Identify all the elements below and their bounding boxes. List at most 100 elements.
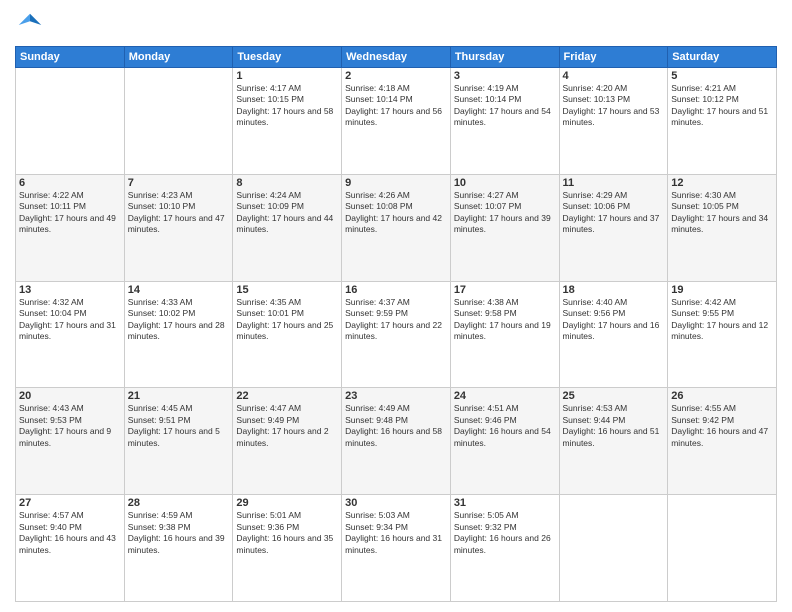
calendar-cell — [559, 495, 668, 602]
calendar-cell: 21Sunrise: 4:45 AM Sunset: 9:51 PM Dayli… — [124, 388, 233, 495]
day-number: 24 — [454, 390, 556, 402]
day-info: Sunrise: 4:51 AM Sunset: 9:46 PM Dayligh… — [454, 403, 556, 449]
calendar-table: SundayMondayTuesdayWednesdayThursdayFrid… — [15, 46, 777, 602]
header — [15, 10, 777, 40]
day-info: Sunrise: 4:27 AM Sunset: 10:07 PM Daylig… — [454, 190, 556, 236]
calendar-cell: 5Sunrise: 4:21 AM Sunset: 10:12 PM Dayli… — [668, 68, 777, 175]
day-number: 19 — [671, 284, 773, 296]
day-info: Sunrise: 4:33 AM Sunset: 10:02 PM Daylig… — [128, 297, 230, 343]
day-info: Sunrise: 4:47 AM Sunset: 9:49 PM Dayligh… — [236, 403, 338, 449]
calendar-cell: 26Sunrise: 4:55 AM Sunset: 9:42 PM Dayli… — [668, 388, 777, 495]
calendar-cell: 16Sunrise: 4:37 AM Sunset: 9:59 PM Dayli… — [342, 281, 451, 388]
day-number: 28 — [128, 497, 230, 509]
calendar-cell: 9Sunrise: 4:26 AM Sunset: 10:08 PM Dayli… — [342, 174, 451, 281]
calendar-cell: 15Sunrise: 4:35 AM Sunset: 10:01 PM Dayl… — [233, 281, 342, 388]
calendar-cell: 28Sunrise: 4:59 AM Sunset: 9:38 PM Dayli… — [124, 495, 233, 602]
col-header-monday: Monday — [124, 47, 233, 68]
calendar-cell: 18Sunrise: 4:40 AM Sunset: 9:56 PM Dayli… — [559, 281, 668, 388]
day-number: 12 — [671, 177, 773, 189]
calendar-cell: 24Sunrise: 4:51 AM Sunset: 9:46 PM Dayli… — [450, 388, 559, 495]
day-info: Sunrise: 4:19 AM Sunset: 10:14 PM Daylig… — [454, 83, 556, 129]
calendar-week-4: 27Sunrise: 4:57 AM Sunset: 9:40 PM Dayli… — [16, 495, 777, 602]
day-info: Sunrise: 4:23 AM Sunset: 10:10 PM Daylig… — [128, 190, 230, 236]
day-number: 26 — [671, 390, 773, 402]
day-number: 5 — [671, 70, 773, 82]
day-number: 10 — [454, 177, 556, 189]
calendar-cell: 23Sunrise: 4:49 AM Sunset: 9:48 PM Dayli… — [342, 388, 451, 495]
calendar-cell: 1Sunrise: 4:17 AM Sunset: 10:15 PM Dayli… — [233, 68, 342, 175]
calendar-cell: 22Sunrise: 4:47 AM Sunset: 9:49 PM Dayli… — [233, 388, 342, 495]
calendar-cell: 4Sunrise: 4:20 AM Sunset: 10:13 PM Dayli… — [559, 68, 668, 175]
calendar-cell: 14Sunrise: 4:33 AM Sunset: 10:02 PM Dayl… — [124, 281, 233, 388]
day-number: 31 — [454, 497, 556, 509]
day-info: Sunrise: 4:40 AM Sunset: 9:56 PM Dayligh… — [563, 297, 665, 343]
col-header-thursday: Thursday — [450, 47, 559, 68]
calendar-cell: 20Sunrise: 4:43 AM Sunset: 9:53 PM Dayli… — [16, 388, 125, 495]
day-info: Sunrise: 4:57 AM Sunset: 9:40 PM Dayligh… — [19, 510, 121, 556]
day-number: 27 — [19, 497, 121, 509]
calendar-cell: 13Sunrise: 4:32 AM Sunset: 10:04 PM Dayl… — [16, 281, 125, 388]
day-number: 22 — [236, 390, 338, 402]
calendar-cell: 6Sunrise: 4:22 AM Sunset: 10:11 PM Dayli… — [16, 174, 125, 281]
calendar-cell: 29Sunrise: 5:01 AM Sunset: 9:36 PM Dayli… — [233, 495, 342, 602]
day-number: 30 — [345, 497, 447, 509]
calendar-week-0: 1Sunrise: 4:17 AM Sunset: 10:15 PM Dayli… — [16, 68, 777, 175]
day-info: Sunrise: 4:45 AM Sunset: 9:51 PM Dayligh… — [128, 403, 230, 449]
calendar-cell: 17Sunrise: 4:38 AM Sunset: 9:58 PM Dayli… — [450, 281, 559, 388]
calendar-cell: 27Sunrise: 4:57 AM Sunset: 9:40 PM Dayli… — [16, 495, 125, 602]
calendar-header-row: SundayMondayTuesdayWednesdayThursdayFrid… — [16, 47, 777, 68]
day-number: 18 — [563, 284, 665, 296]
calendar-cell: 7Sunrise: 4:23 AM Sunset: 10:10 PM Dayli… — [124, 174, 233, 281]
calendar-cell: 11Sunrise: 4:29 AM Sunset: 10:06 PM Dayl… — [559, 174, 668, 281]
day-info: Sunrise: 4:17 AM Sunset: 10:15 PM Daylig… — [236, 83, 338, 129]
day-number: 25 — [563, 390, 665, 402]
calendar-cell: 8Sunrise: 4:24 AM Sunset: 10:09 PM Dayli… — [233, 174, 342, 281]
calendar-cell — [16, 68, 125, 175]
col-header-saturday: Saturday — [668, 47, 777, 68]
day-number: 20 — [19, 390, 121, 402]
day-number: 4 — [563, 70, 665, 82]
logo-icon — [15, 10, 45, 40]
day-number: 3 — [454, 70, 556, 82]
day-info: Sunrise: 4:18 AM Sunset: 10:14 PM Daylig… — [345, 83, 447, 129]
calendar-cell: 3Sunrise: 4:19 AM Sunset: 10:14 PM Dayli… — [450, 68, 559, 175]
day-info: Sunrise: 4:32 AM Sunset: 10:04 PM Daylig… — [19, 297, 121, 343]
day-info: Sunrise: 5:01 AM Sunset: 9:36 PM Dayligh… — [236, 510, 338, 556]
calendar-week-1: 6Sunrise: 4:22 AM Sunset: 10:11 PM Dayli… — [16, 174, 777, 281]
day-info: Sunrise: 5:03 AM Sunset: 9:34 PM Dayligh… — [345, 510, 447, 556]
col-header-tuesday: Tuesday — [233, 47, 342, 68]
day-info: Sunrise: 4:22 AM Sunset: 10:11 PM Daylig… — [19, 190, 121, 236]
day-info: Sunrise: 4:26 AM Sunset: 10:08 PM Daylig… — [345, 190, 447, 236]
day-number: 21 — [128, 390, 230, 402]
day-number: 6 — [19, 177, 121, 189]
calendar-week-3: 20Sunrise: 4:43 AM Sunset: 9:53 PM Dayli… — [16, 388, 777, 495]
day-number: 2 — [345, 70, 447, 82]
day-number: 7 — [128, 177, 230, 189]
col-header-friday: Friday — [559, 47, 668, 68]
day-info: Sunrise: 4:29 AM Sunset: 10:06 PM Daylig… — [563, 190, 665, 236]
day-number: 16 — [345, 284, 447, 296]
day-number: 15 — [236, 284, 338, 296]
day-info: Sunrise: 4:55 AM Sunset: 9:42 PM Dayligh… — [671, 403, 773, 449]
calendar-cell: 2Sunrise: 4:18 AM Sunset: 10:14 PM Dayli… — [342, 68, 451, 175]
day-info: Sunrise: 4:43 AM Sunset: 9:53 PM Dayligh… — [19, 403, 121, 449]
day-number: 13 — [19, 284, 121, 296]
col-header-wednesday: Wednesday — [342, 47, 451, 68]
day-number: 8 — [236, 177, 338, 189]
day-info: Sunrise: 4:42 AM Sunset: 9:55 PM Dayligh… — [671, 297, 773, 343]
day-number: 1 — [236, 70, 338, 82]
day-info: Sunrise: 4:35 AM Sunset: 10:01 PM Daylig… — [236, 297, 338, 343]
col-header-sunday: Sunday — [16, 47, 125, 68]
calendar-week-2: 13Sunrise: 4:32 AM Sunset: 10:04 PM Dayl… — [16, 281, 777, 388]
calendar-cell: 12Sunrise: 4:30 AM Sunset: 10:05 PM Dayl… — [668, 174, 777, 281]
calendar-cell — [668, 495, 777, 602]
day-number: 23 — [345, 390, 447, 402]
day-number: 9 — [345, 177, 447, 189]
day-info: Sunrise: 4:21 AM Sunset: 10:12 PM Daylig… — [671, 83, 773, 129]
day-info: Sunrise: 4:53 AM Sunset: 9:44 PM Dayligh… — [563, 403, 665, 449]
page: SundayMondayTuesdayWednesdayThursdayFrid… — [0, 0, 792, 612]
day-info: Sunrise: 4:59 AM Sunset: 9:38 PM Dayligh… — [128, 510, 230, 556]
day-number: 17 — [454, 284, 556, 296]
logo — [15, 10, 47, 40]
day-number: 11 — [563, 177, 665, 189]
